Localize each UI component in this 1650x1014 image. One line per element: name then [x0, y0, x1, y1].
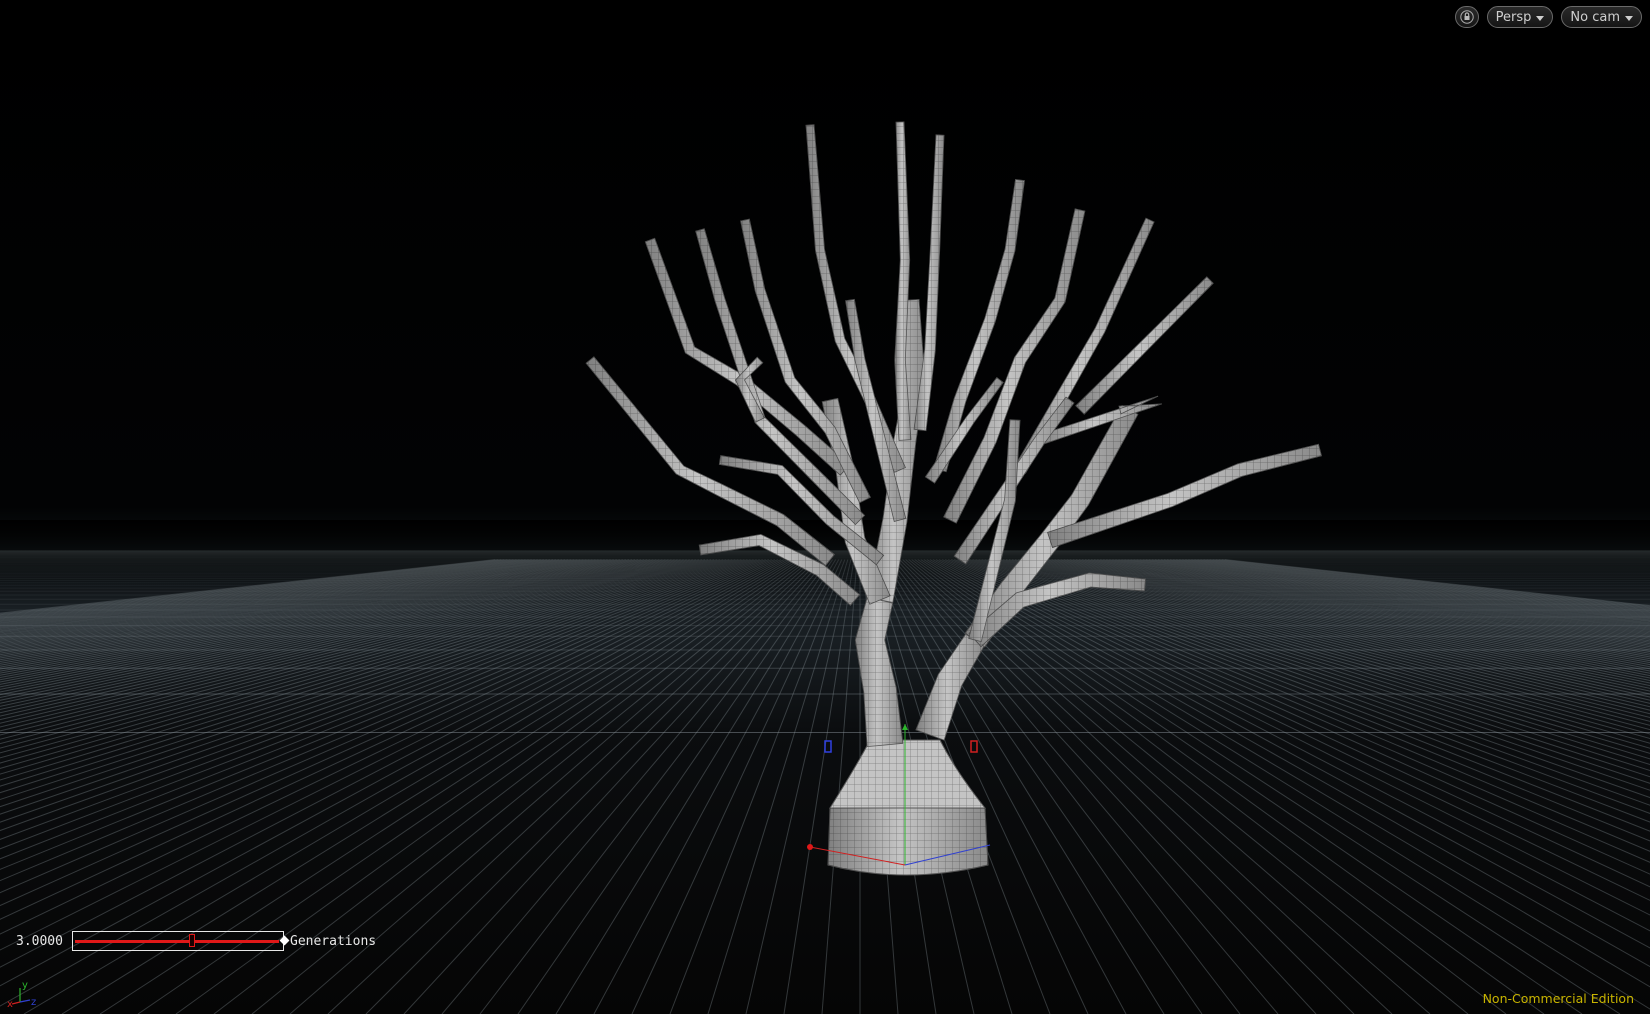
- generations-slider[interactable]: [72, 931, 290, 951]
- edition-label: Non-Commercial Edition: [1482, 991, 1634, 1006]
- slider-thumb[interactable]: [189, 934, 195, 947]
- lock-camera-button[interactable]: [1454, 6, 1479, 28]
- slider-end-diamond-icon[interactable]: [279, 935, 290, 946]
- gizmo-y-label: y: [22, 980, 28, 991]
- axis-gizmo: y x z: [7, 980, 36, 1008]
- viewport-toolbar: Persp No cam: [1454, 6, 1642, 28]
- lock-icon: [1459, 10, 1474, 24]
- chevron-down-icon: [1625, 15, 1633, 21]
- x-handle-dot[interactable]: [807, 844, 813, 850]
- gizmo-x-label: x: [7, 999, 13, 1008]
- gizmo-z-line: [19, 999, 31, 1003]
- generations-label: Generations: [290, 933, 377, 949]
- camera-label: No cam: [1570, 9, 1620, 25]
- viewport-3d[interactable]: [0, 0, 1650, 1014]
- base-shade: [828, 808, 988, 875]
- gizmo-z-label: z: [31, 997, 36, 1008]
- camera-menu[interactable]: No cam: [1561, 6, 1642, 28]
- scene-canvas[interactable]: [0, 0, 1650, 1014]
- view-mode-label: Persp: [1495, 9, 1532, 25]
- view-mode-menu[interactable]: Persp: [1486, 6, 1554, 28]
- generations-value: 3.0000: [16, 933, 63, 949]
- gizmo-x-line: [11, 1001, 21, 1005]
- slider-track: [75, 940, 279, 943]
- chevron-down-icon: [1536, 15, 1545, 21]
- generations-handle: 3.0000 Generations: [16, 931, 376, 951]
